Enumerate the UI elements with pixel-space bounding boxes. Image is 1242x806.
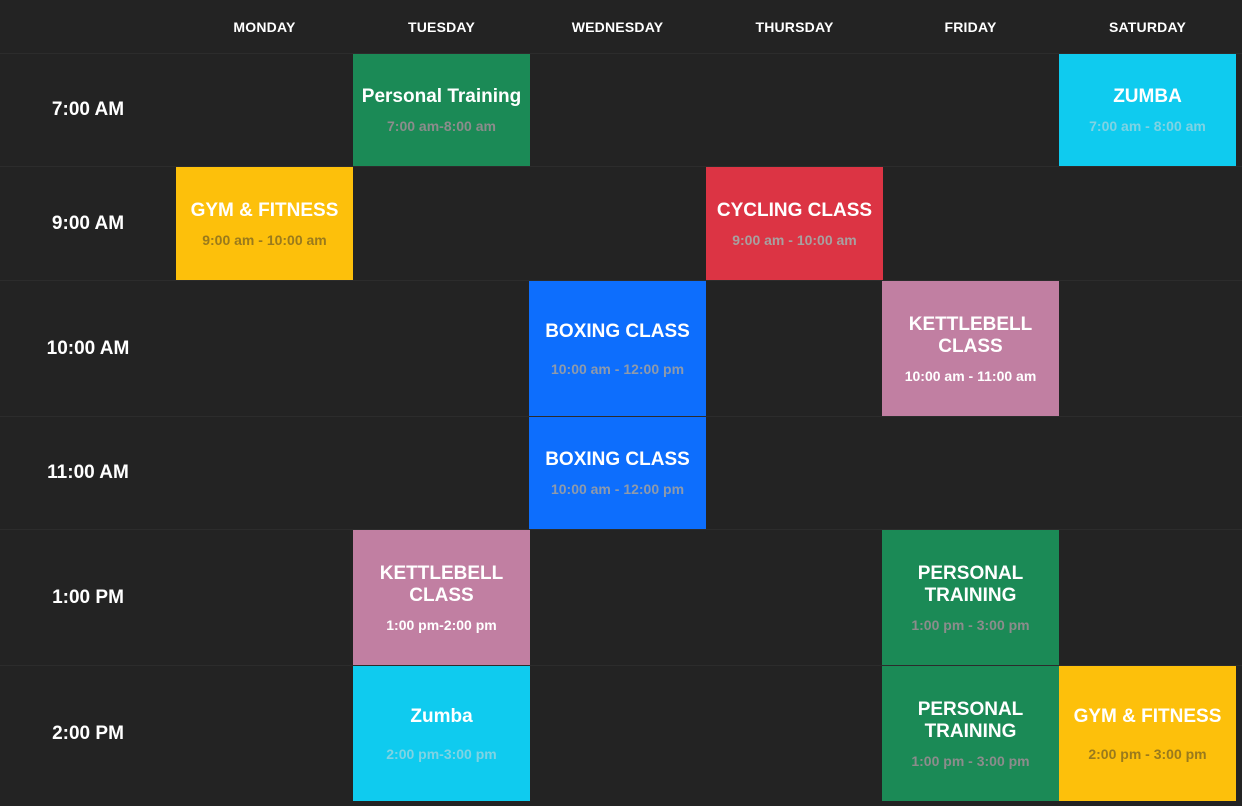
event-time: 10:00 am - 11:00 am (904, 367, 1037, 384)
class-event[interactable]: BOXING CLASS 10:00 am - 12:00 pm (529, 281, 706, 416)
event-title: PERSONAL TRAINING (917, 562, 1024, 606)
event-title: CYCLING CLASS (716, 199, 873, 221)
class-event[interactable]: KETTLEBELL CLASS 1:00 pm-2:00 pm (353, 530, 530, 665)
class-event[interactable]: CYCLING CLASS 9:00 am - 10:00 am (706, 167, 883, 280)
event-time: 10:00 am - 12:00 pm (550, 481, 685, 497)
day-header-thursday: THURSDAY (755, 18, 834, 35)
event-title: ZUMBA (1113, 86, 1182, 107)
class-event[interactable]: PERSONAL TRAINING 1:00 pm - 3:00 pm (882, 666, 1059, 801)
event-title: Zumba (410, 705, 473, 727)
timetable-row: 10:00 AM BOXING CLASS 10:00 am - 12:00 p… (0, 280, 1242, 416)
day-header-friday: FRIDAY (944, 18, 997, 35)
class-event[interactable]: Personal Training 7:00 am-8:00 am (353, 54, 530, 166)
timetable-row: 2:00 PM Zumba 2:00 pm-3:00 pm PERSONAL T… (0, 665, 1242, 801)
event-title: GYM & FITNESS (1073, 705, 1222, 727)
time-slot-label: 1:00 PM (52, 586, 124, 608)
event-time: 9:00 am - 10:00 am (202, 231, 327, 248)
timetable-row: 9:00 AM GYM & FITNESS 9:00 am - 10:00 am… (0, 166, 1242, 280)
event-title: Personal Training (361, 86, 522, 107)
event-time: 2:00 pm - 3:00 pm (1088, 745, 1207, 762)
class-event[interactable]: PERSONAL TRAINING 1:00 pm - 3:00 pm (882, 530, 1059, 665)
day-header-monday: MONDAY (233, 18, 296, 35)
event-time: 1:00 pm-2:00 pm (386, 616, 497, 633)
event-time: 7:00 am-8:00 am (387, 118, 496, 134)
class-timetable: MONDAY TUESDAY WEDNESDAY THURSDAY FRIDAY… (0, 0, 1242, 806)
class-event[interactable]: GYM & FITNESS 9:00 am - 10:00 am (176, 167, 353, 280)
time-slot-label: 2:00 PM (52, 722, 124, 744)
event-title: KETTLEBELL CLASS (379, 562, 504, 606)
event-title: BOXING CLASS (545, 320, 690, 342)
class-event[interactable]: BOXING CLASS 10:00 am - 12:00 pm (529, 417, 706, 529)
day-header-row: MONDAY TUESDAY WEDNESDAY THURSDAY FRIDAY… (0, 0, 1242, 53)
event-time: 9:00 am - 10:00 am (732, 231, 857, 248)
day-header-tuesday: TUESDAY (407, 18, 475, 35)
event-time: 7:00 am - 8:00 am (1089, 118, 1206, 134)
time-slot-label: 10:00 AM (46, 337, 130, 359)
event-title: KETTLEBELL CLASS (908, 313, 1033, 357)
event-title: PERSONAL TRAINING (917, 698, 1024, 742)
day-header-wednesday: WEDNESDAY (571, 18, 664, 35)
class-event[interactable]: Zumba 2:00 pm-3:00 pm (353, 666, 530, 801)
event-time: 10:00 am - 12:00 pm (550, 360, 685, 377)
event-title: BOXING CLASS (545, 449, 690, 470)
event-title: GYM & FITNESS (190, 199, 339, 221)
event-time: 2:00 pm-3:00 pm (386, 745, 497, 762)
timetable-row: 7:00 AM Personal Training 7:00 am-8:00 a… (0, 53, 1242, 166)
time-slot-label: 7:00 AM (51, 99, 125, 120)
time-slot-label: 11:00 AM (47, 462, 129, 483)
class-event[interactable]: GYM & FITNESS 2:00 pm - 3:00 pm (1059, 666, 1236, 801)
day-header-saturday: SATURDAY (1108, 18, 1187, 35)
time-slot-label: 9:00 AM (51, 212, 125, 234)
timetable-row: 1:00 PM KETTLEBELL CLASS 1:00 pm-2:00 pm… (0, 529, 1242, 665)
event-time: 1:00 pm - 3:00 pm (911, 616, 1030, 633)
timetable-row: 11:00 AM BOXING CLASS 10:00 am - 12:00 p… (0, 416, 1242, 529)
event-time: 1:00 pm - 3:00 pm (911, 752, 1030, 769)
class-event[interactable]: ZUMBA 7:00 am - 8:00 am (1059, 54, 1236, 166)
class-event[interactable]: KETTLEBELL CLASS 10:00 am - 11:00 am (882, 281, 1059, 416)
